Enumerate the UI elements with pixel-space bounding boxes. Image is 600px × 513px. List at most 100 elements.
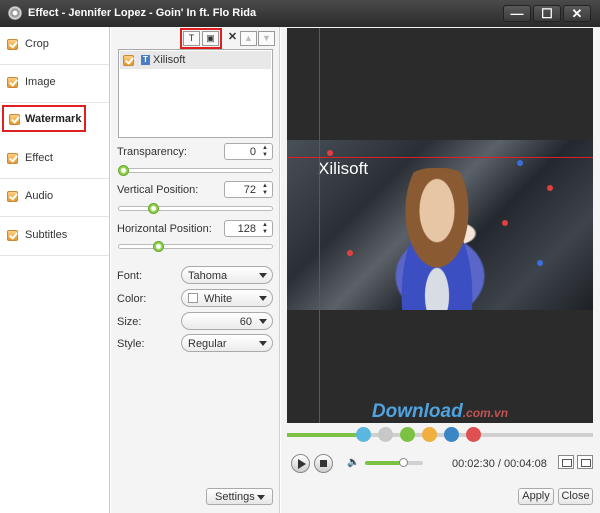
nav-item-label: Image xyxy=(25,76,56,88)
effect-checkbox[interactable] xyxy=(7,153,18,164)
decor-dot xyxy=(547,185,553,191)
decor-dot xyxy=(502,220,508,226)
horizontal-guide-line xyxy=(287,157,593,158)
image-tool-icon: ▣ xyxy=(206,33,215,43)
play-button[interactable] xyxy=(291,454,310,473)
volume-level xyxy=(365,461,403,465)
transparency-spinner[interactable]: 0 ▲ ▼ xyxy=(224,143,273,160)
arrow-down-icon: ▼ xyxy=(262,33,271,43)
decor-dot xyxy=(537,260,543,266)
spinner-arrows-icon[interactable]: ▲ ▼ xyxy=(260,145,270,159)
stop-button[interactable] xyxy=(314,454,333,473)
watermark-panel: T ▣ ✕ ▲ ▼ T Xilisoft Transparency: 0 ▲ ▼ … xyxy=(111,27,280,513)
nav-item-label: Effect xyxy=(25,152,53,164)
slider-thumb[interactable] xyxy=(153,241,164,252)
horizontal-position-spinner[interactable]: 128 ▲ ▼ xyxy=(224,220,273,237)
color-select[interactable]: White xyxy=(181,289,273,307)
slider-thumb[interactable] xyxy=(148,203,159,214)
spinner-arrows-icon[interactable]: ▲ ▼ xyxy=(260,222,270,236)
horizontal-position-label: Horizontal Position: xyxy=(117,223,212,235)
transparency-value: 0 xyxy=(249,146,256,158)
apply-button[interactable]: Apply xyxy=(518,488,554,505)
delete-icon: ✕ xyxy=(227,31,238,43)
watermark-item-checkbox[interactable] xyxy=(123,55,134,66)
add-text-watermark-button[interactable]: T xyxy=(183,31,200,46)
nav-item-label: Watermark xyxy=(25,113,82,125)
nav-item-effect[interactable]: Effect xyxy=(0,141,109,179)
settings-button[interactable]: Settings xyxy=(206,488,273,505)
slider-thumb[interactable] xyxy=(118,165,129,176)
move-down-button[interactable]: ▼ xyxy=(258,31,275,46)
video-preview[interactable]: Xilisoft Download.com.vn xyxy=(287,28,593,423)
nav-item-watermark[interactable]: Watermark xyxy=(2,105,86,132)
subtitles-checkbox[interactable] xyxy=(7,230,18,241)
nav-item-subtitles[interactable]: Subtitles xyxy=(0,218,109,256)
watermark-checkbox[interactable] xyxy=(9,114,20,125)
horizontal-position-slider[interactable] xyxy=(118,241,273,252)
style-label: Style: xyxy=(117,338,145,350)
font-label: Font: xyxy=(117,270,143,282)
timeline-marker[interactable] xyxy=(444,427,459,442)
playback-time: 00:02:30 / 00:04:08 xyxy=(452,458,547,470)
timeline-marker[interactable] xyxy=(378,427,393,442)
performer-image xyxy=(382,168,492,310)
timeline-marker[interactable] xyxy=(422,427,437,442)
list-item[interactable]: T Xilisoft xyxy=(120,51,271,69)
text-type-icon: T xyxy=(141,55,150,65)
nav-item-label: Audio xyxy=(25,190,54,202)
transparency-slider[interactable] xyxy=(118,165,273,176)
spinner-arrows-icon[interactable]: ▲ ▼ xyxy=(260,183,270,197)
chevron-down-icon xyxy=(259,341,267,346)
style-value: Regular xyxy=(188,338,227,350)
delete-watermark-button[interactable]: ✕ xyxy=(224,31,241,46)
size-select[interactable]: 60 xyxy=(181,312,273,330)
move-up-button[interactable]: ▲ xyxy=(240,31,257,46)
image-checkbox[interactable] xyxy=(7,77,18,88)
timeline-progress xyxy=(287,433,362,437)
decor-dot xyxy=(517,160,523,166)
color-label: Color: xyxy=(117,293,147,305)
decor-dot xyxy=(327,150,333,156)
vertical-position-value: 72 xyxy=(243,184,256,196)
slider-thumb[interactable] xyxy=(399,458,408,467)
chevron-down-icon xyxy=(259,273,267,278)
size-label: Size: xyxy=(117,316,142,328)
watermark-preview-text[interactable]: Xilisoft xyxy=(318,159,368,179)
timeline-marker[interactable] xyxy=(356,427,371,442)
split-view-button[interactable] xyxy=(577,455,593,469)
style-select[interactable]: Regular xyxy=(181,334,273,352)
title-bar: Effect - Jennifer Lopez - Goin' In ft. F… xyxy=(0,0,600,27)
window-title: Effect - Jennifer Lopez - Goin' In ft. F… xyxy=(28,7,257,19)
close-button[interactable]: Close xyxy=(558,488,593,505)
volume-icon[interactable]: 🔈 xyxy=(347,458,359,468)
color-swatch xyxy=(188,293,198,303)
font-select[interactable]: Tahoma xyxy=(181,266,273,284)
maximize-button[interactable]: ☐ xyxy=(533,5,561,22)
add-image-watermark-button[interactable]: ▣ xyxy=(202,31,219,46)
nav-item-image[interactable]: Image xyxy=(0,65,109,103)
video-frame: Xilisoft xyxy=(287,140,593,310)
vertical-position-spinner[interactable]: 72 ▲ ▼ xyxy=(224,181,273,198)
decor-dot xyxy=(347,250,353,256)
settings-label: Settings xyxy=(215,491,255,503)
audio-checkbox[interactable] xyxy=(7,191,18,202)
single-view-button[interactable] xyxy=(558,455,574,469)
volume-slider[interactable] xyxy=(365,458,423,467)
chevron-down-icon xyxy=(259,319,267,324)
preview-area: Xilisoft Download.com.vn 🔈 00:02:30 / 00… xyxy=(281,27,600,513)
timeline-bar[interactable] xyxy=(287,433,593,437)
timeline-marker[interactable] xyxy=(466,427,481,442)
close-window-button[interactable]: ✕ xyxy=(563,5,591,22)
color-value: White xyxy=(204,293,233,305)
nav-item-label: Crop xyxy=(25,38,49,50)
transparency-label: Transparency: xyxy=(117,146,187,158)
nav-item-crop[interactable]: Crop xyxy=(0,27,109,65)
timeline-marker[interactable] xyxy=(400,427,415,442)
vertical-guide-line xyxy=(319,28,320,423)
crop-checkbox[interactable] xyxy=(7,39,18,50)
minimize-button[interactable]: — xyxy=(503,5,531,22)
nav-item-audio[interactable]: Audio xyxy=(0,179,109,217)
font-value: Tahoma xyxy=(188,270,228,282)
vertical-position-slider[interactable] xyxy=(118,203,273,214)
watermark-list: T Xilisoft xyxy=(118,49,273,138)
